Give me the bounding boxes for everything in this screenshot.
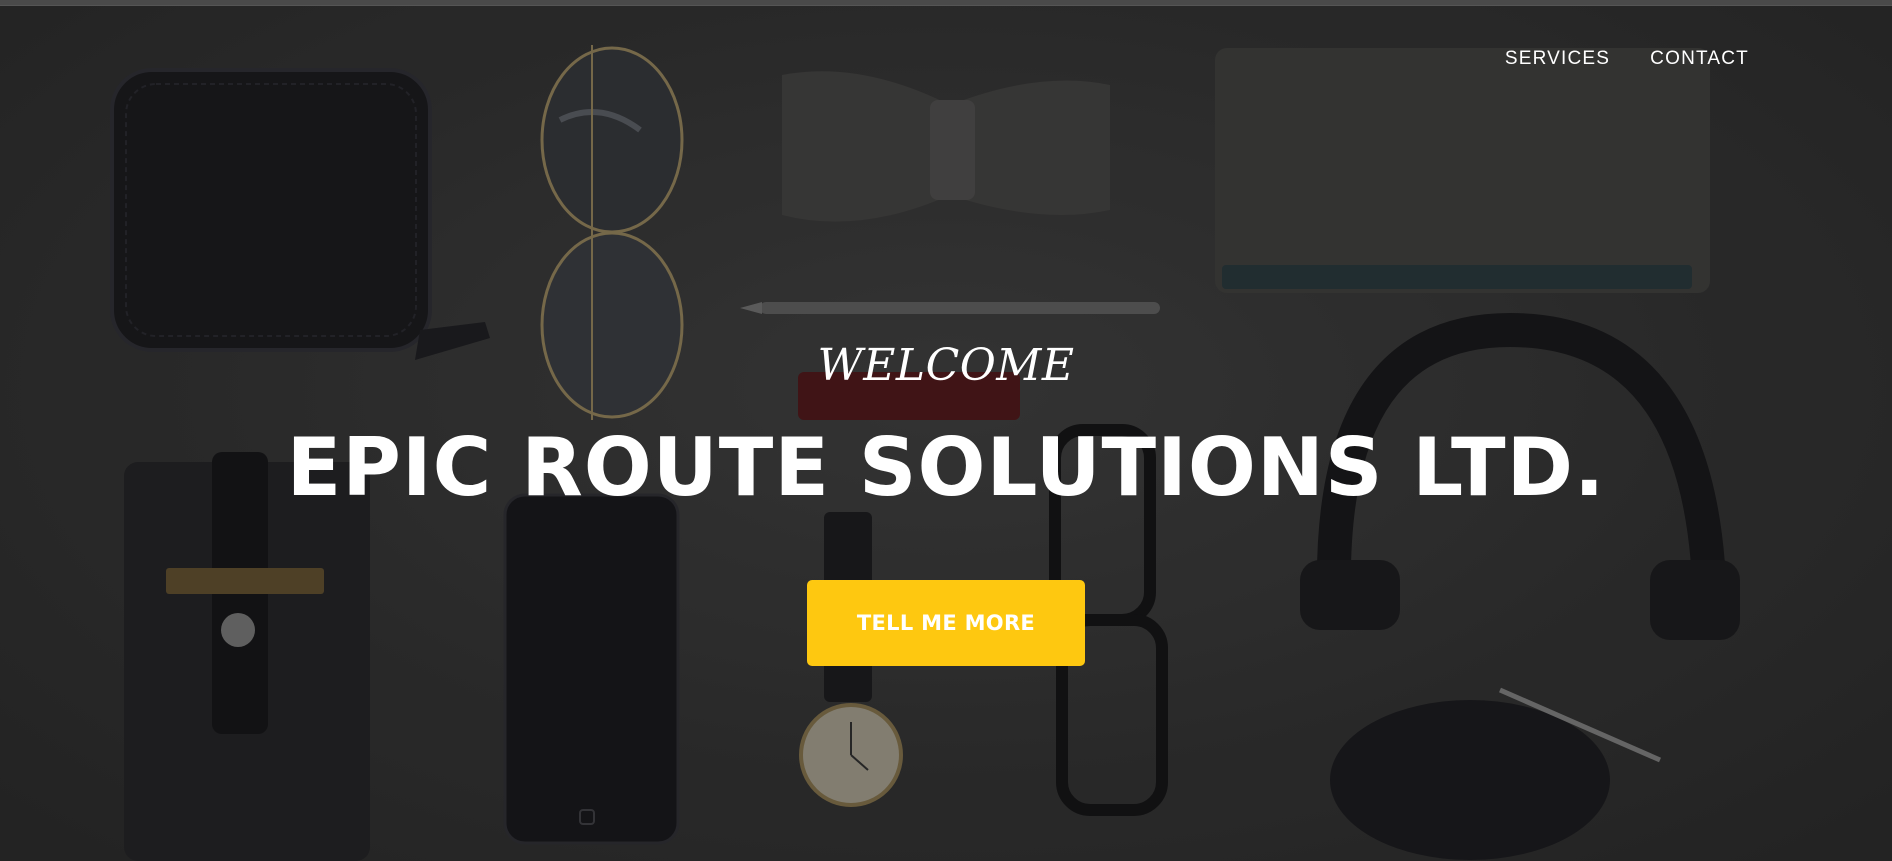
tell-me-more-button[interactable]: TELL ME MORE [807, 580, 1085, 666]
hero-subheading: WELCOME [817, 340, 1075, 391]
top-border [0, 0, 1892, 6]
top-nav: SERVICES CONTACT [1505, 46, 1749, 72]
hero-section: SERVICES CONTACT WELCOME EPIC ROUTE SOLU… [0, 0, 1892, 861]
nav-link-services[interactable]: SERVICES [1505, 46, 1610, 72]
hero-content: WELCOME EPIC ROUTE SOLUTIONS LTD. TELL M… [0, 340, 1892, 666]
nav-link-contact[interactable]: CONTACT [1650, 46, 1749, 72]
hero-heading: EPIC ROUTE SOLUTIONS LTD. [286, 421, 1606, 514]
